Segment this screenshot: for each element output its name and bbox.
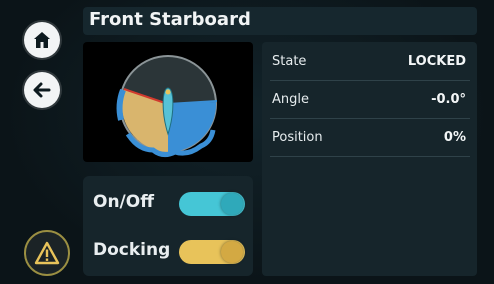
docking-toggle[interactable] (179, 240, 245, 264)
control-screen: Front Starboard On/Off Docking State LOC… (0, 0, 494, 284)
info-key: State (272, 54, 307, 69)
gauge-left-arc (116, 88, 126, 121)
info-value: LOCKED (407, 54, 466, 69)
docking-row: Docking (93, 232, 249, 272)
info-panel: State LOCKED Angle -0.0° Position 0% (262, 42, 477, 276)
on-off-toggle[interactable] (179, 192, 245, 216)
angle-gauge (116, 55, 218, 158)
docking-label: Docking (93, 240, 171, 260)
arrow-left-icon (33, 82, 51, 98)
back-button[interactable] (24, 72, 60, 108)
home-button[interactable] (24, 22, 60, 58)
gauge-panel (83, 42, 253, 162)
on-off-label: On/Off (93, 192, 154, 212)
info-row-angle: Angle -0.0° (270, 82, 470, 119)
info-key: Position (272, 130, 323, 145)
on-off-row: On/Off (93, 184, 249, 224)
gauge-pivot (165, 89, 171, 95)
info-key: Angle (272, 92, 309, 107)
warning-triangle-icon (34, 241, 60, 265)
switch-panel: On/Off Docking (83, 176, 253, 276)
info-value: -0.0° (431, 92, 466, 107)
warning-button[interactable] (24, 230, 70, 276)
gauge-blue-sector (168, 102, 217, 153)
home-icon (34, 32, 50, 48)
info-row-position: Position 0% (270, 120, 470, 157)
docking-knob (221, 241, 243, 263)
info-value: 0% (443, 130, 466, 145)
title-bar: Front Starboard (83, 7, 477, 35)
page-title: Front Starboard (89, 9, 251, 30)
on-off-knob (221, 193, 243, 215)
info-row-state: State LOCKED (270, 44, 470, 81)
